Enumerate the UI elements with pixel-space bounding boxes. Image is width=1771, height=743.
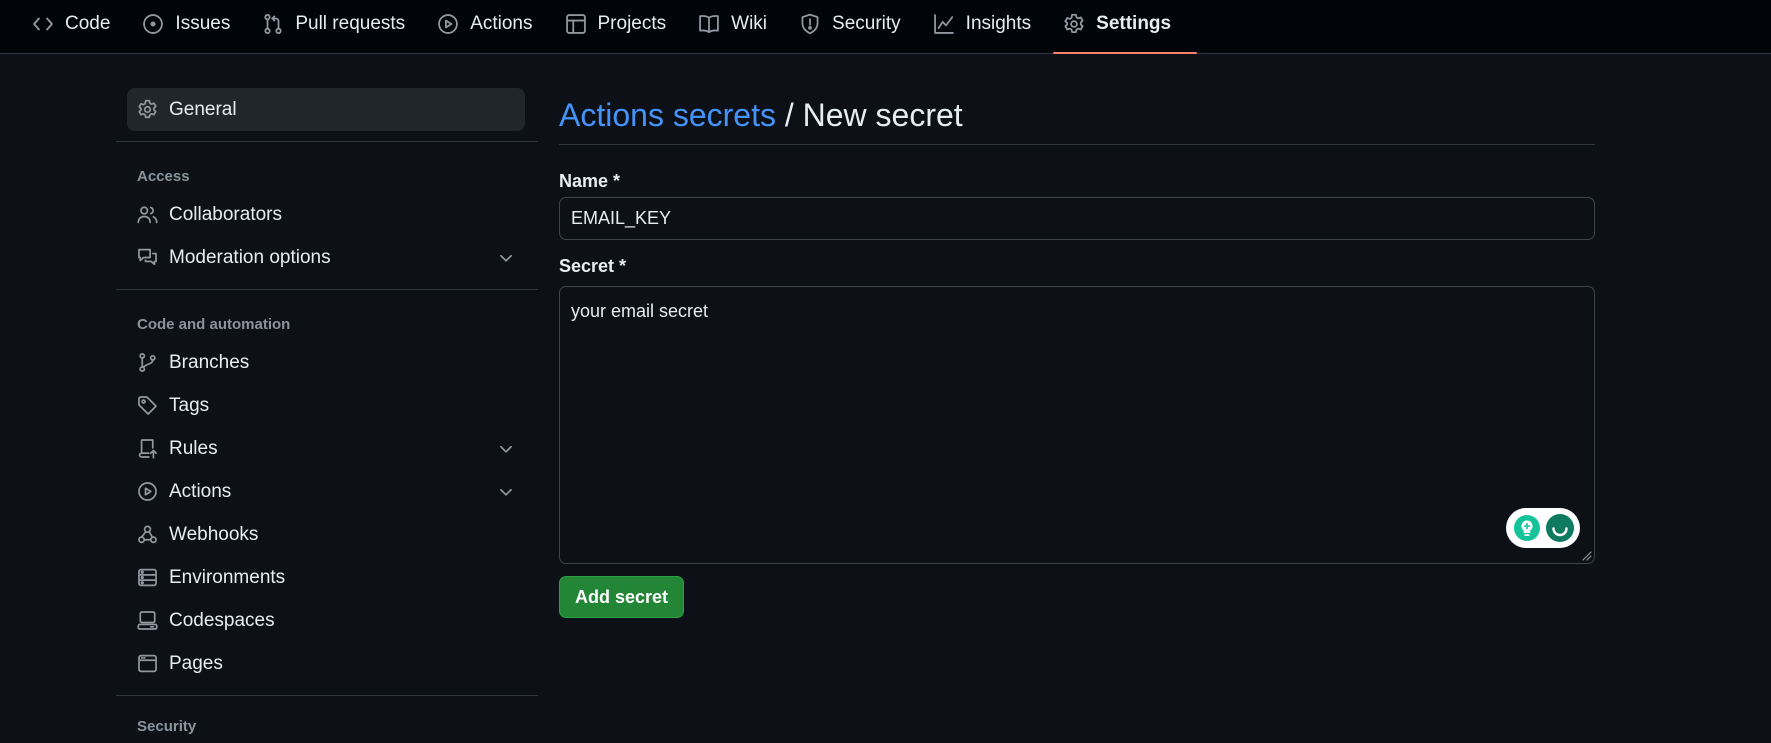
lightbulb-icon[interactable] <box>1512 513 1542 543</box>
tab-label: Pull requests <box>295 12 406 34</box>
sidebar-item-moderation-options[interactable]: Moderation options <box>127 236 525 279</box>
pull-request-icon <box>264 13 282 34</box>
tab-wiki[interactable]: Wiki <box>698 0 783 54</box>
sidebar-item-label: Collaborators <box>169 203 282 225</box>
chevron-down-icon[interactable] <box>497 440 515 458</box>
tab-insights[interactable]: Insights <box>933 0 1047 54</box>
sidebar-item-pages[interactable]: Pages <box>127 642 525 685</box>
tab-label: Projects <box>597 12 667 34</box>
tab-label: Actions <box>470 12 533 34</box>
sidebar-item-tags[interactable]: Tags <box>127 384 525 427</box>
sidebar-item-collaborators[interactable]: Collaborators <box>127 193 525 236</box>
sidebar-item-label: General <box>169 98 237 120</box>
sidebar-item-rules[interactable]: Rules <box>127 427 525 470</box>
sidebar-item-environments[interactable]: Environments <box>127 556 525 599</box>
sidebar-item-general[interactable]: General <box>127 88 525 131</box>
tab-label: Issues <box>175 12 231 34</box>
page-title-text: New secret <box>802 97 963 133</box>
sidebar-item-label: Codespaces <box>169 609 275 631</box>
tab-pull-requests[interactable]: Pull requests <box>262 0 421 54</box>
tab-actions[interactable]: Actions <box>437 0 548 54</box>
sidebar-divider <box>116 289 538 290</box>
tab-issues[interactable]: Issues <box>142 0 246 54</box>
tab-security[interactable]: Security <box>799 0 917 54</box>
secret-label: Secret * <box>559 256 627 276</box>
book-icon <box>699 14 719 33</box>
gear-icon <box>1064 13 1084 33</box>
comment-discussion-icon <box>138 248 157 266</box>
title-divider <box>559 144 1595 145</box>
server-icon <box>138 568 157 587</box>
chevron-down-icon[interactable] <box>497 249 515 267</box>
tab-settings[interactable]: Settings <box>1053 0 1198 54</box>
tab-projects[interactable]: Projects <box>565 0 683 54</box>
sidebar-item-actions[interactable]: Actions <box>127 470 525 513</box>
code-icon <box>33 17 53 30</box>
tab-label: Code <box>65 12 111 34</box>
sidebar-item-label: Environments <box>169 566 286 588</box>
page-title: Actions secrets / New secret <box>559 94 1595 142</box>
tab-label: Security <box>832 12 901 34</box>
repo-push-icon <box>138 439 157 459</box>
sidebar-item-codespaces[interactable]: Codespaces <box>127 599 525 642</box>
secret-field-wrapper: your email secret <box>559 286 1595 564</box>
shield-icon <box>801 13 819 34</box>
repo-nav: Code Issues Pull requests Actions Projec… <box>0 0 1771 54</box>
sidebar-item-label: Rules <box>169 437 218 459</box>
codespaces-icon <box>137 611 158 630</box>
sidebar-heading-code-automation: Code and automation <box>137 316 291 333</box>
sidebar-item-label: Webhooks <box>169 523 259 545</box>
play-icon <box>438 13 459 34</box>
tab-label: Insights <box>965 12 1032 34</box>
people-icon <box>137 206 158 224</box>
writing-assistant-widget[interactable] <box>1506 508 1580 548</box>
browser-icon <box>138 654 157 673</box>
secret-value-textarea[interactable]: your email secret <box>559 286 1595 564</box>
tab-label: Wiki <box>731 12 768 34</box>
resize-handle-icon[interactable] <box>1580 549 1592 561</box>
sidebar-item-label: Moderation options <box>169 246 331 268</box>
secret-name-input[interactable] <box>559 197 1595 240</box>
name-label: Name * <box>559 171 621 191</box>
sidebar-heading-security: Security <box>137 718 197 735</box>
tag-icon <box>138 396 157 415</box>
sidebar-divider <box>116 695 538 696</box>
sidebar-divider <box>116 141 538 142</box>
sidebar-heading-access: Access <box>137 168 190 185</box>
sidebar-item-label: Pages <box>169 652 223 674</box>
breadcrumb-separator: / <box>775 97 803 133</box>
table-icon <box>565 13 586 34</box>
chevron-down-icon[interactable] <box>497 483 515 501</box>
sidebar-item-webhooks[interactable]: Webhooks <box>127 513 525 556</box>
sidebar-item-label: Branches <box>169 351 250 373</box>
webhook-icon <box>138 525 157 544</box>
tab-code[interactable]: Code <box>32 0 126 54</box>
assistant-logo-icon[interactable] <box>1545 513 1575 543</box>
git-branch-icon <box>139 352 156 373</box>
add-secret-button[interactable]: Add secret <box>559 576 684 618</box>
gear-icon <box>138 99 157 119</box>
breadcrumb-actions-secrets[interactable]: Actions secrets <box>559 97 776 133</box>
play-icon <box>138 482 157 501</box>
settings-sidebar: General Access Collaborators Moderation … <box>116 88 538 743</box>
sidebar-item-label: Actions <box>169 480 232 502</box>
graph-icon <box>933 13 954 34</box>
sidebar-item-label: Tags <box>169 394 210 416</box>
issue-icon <box>143 13 164 34</box>
sidebar-item-branches[interactable]: Branches <box>127 341 525 384</box>
tab-label: Settings <box>1096 12 1172 34</box>
new-secret-form: Actions secrets / New secret Name * Secr… <box>559 88 1595 618</box>
